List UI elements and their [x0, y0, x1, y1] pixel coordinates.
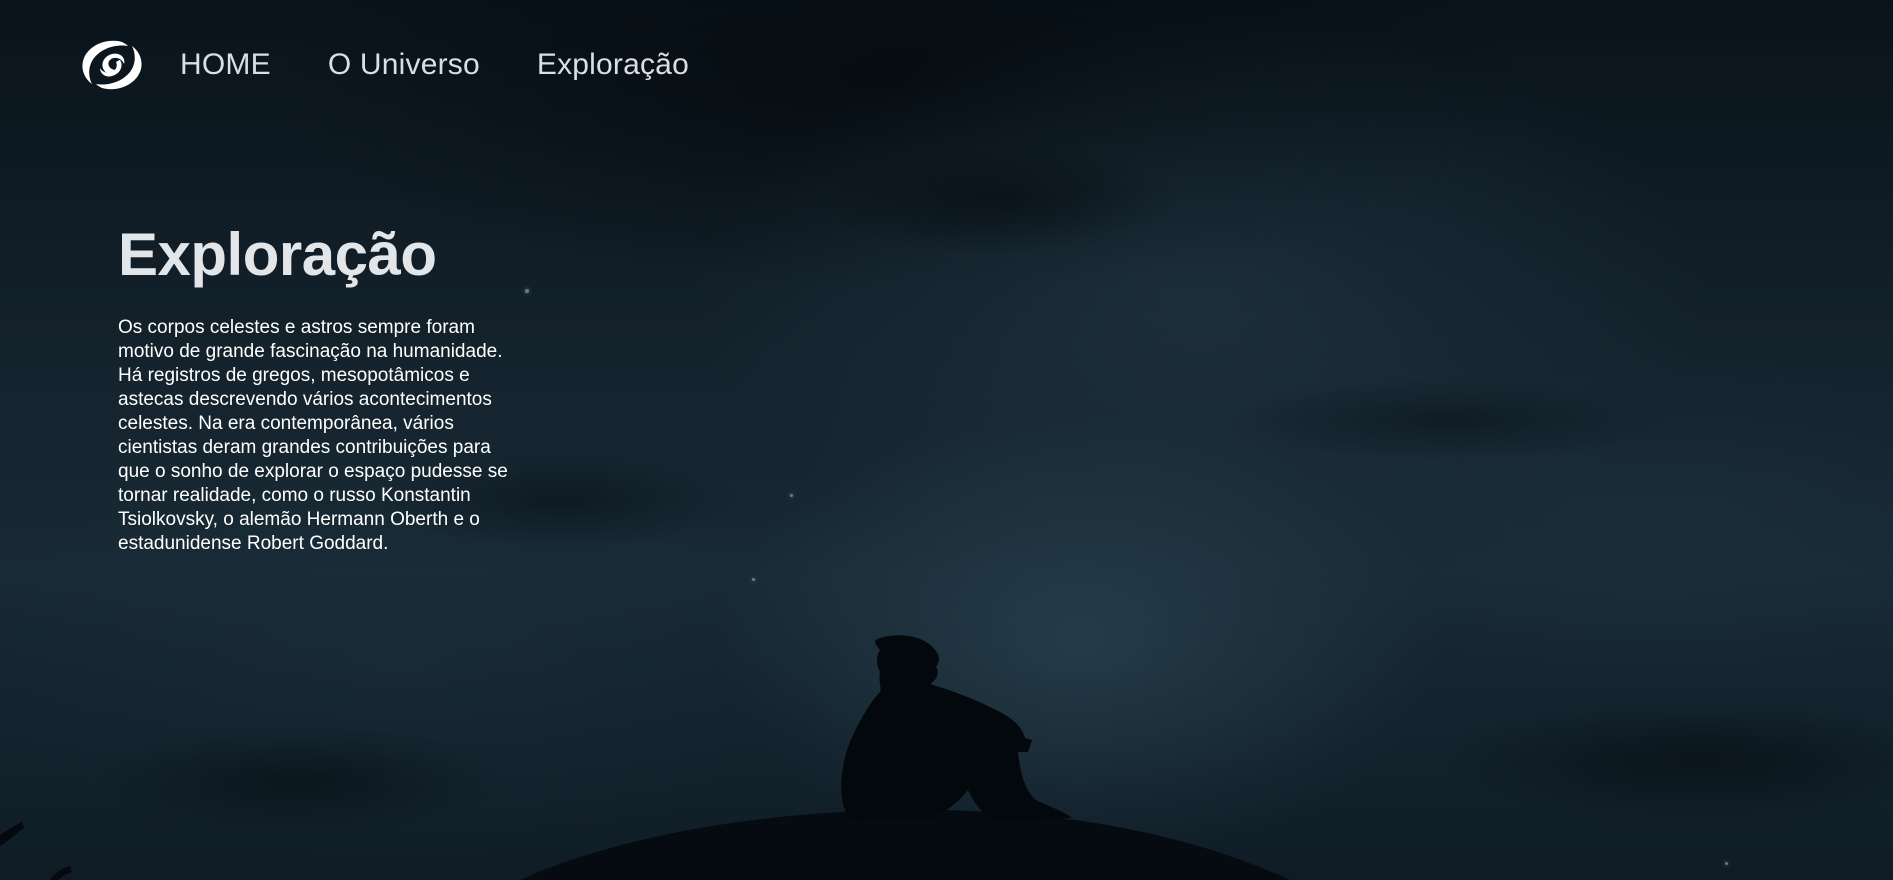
spiral-galaxy-logo-icon[interactable] [80, 36, 144, 94]
main-content: Exploração Os corpos celestes e astros s… [118, 222, 518, 556]
nav-link-home[interactable]: HOME [180, 48, 271, 82]
page-title: Exploração [118, 221, 437, 288]
intro-paragraph: Os corpos celestes e astros sempre foram… [118, 317, 508, 554]
nav-links: HOME O Universo Exploração [180, 48, 689, 82]
top-navigation: HOME O Universo Exploração [0, 0, 1893, 130]
nav-link-exploracao[interactable]: Exploração [537, 48, 689, 82]
nav-link-o-universo[interactable]: O Universo [328, 48, 480, 82]
